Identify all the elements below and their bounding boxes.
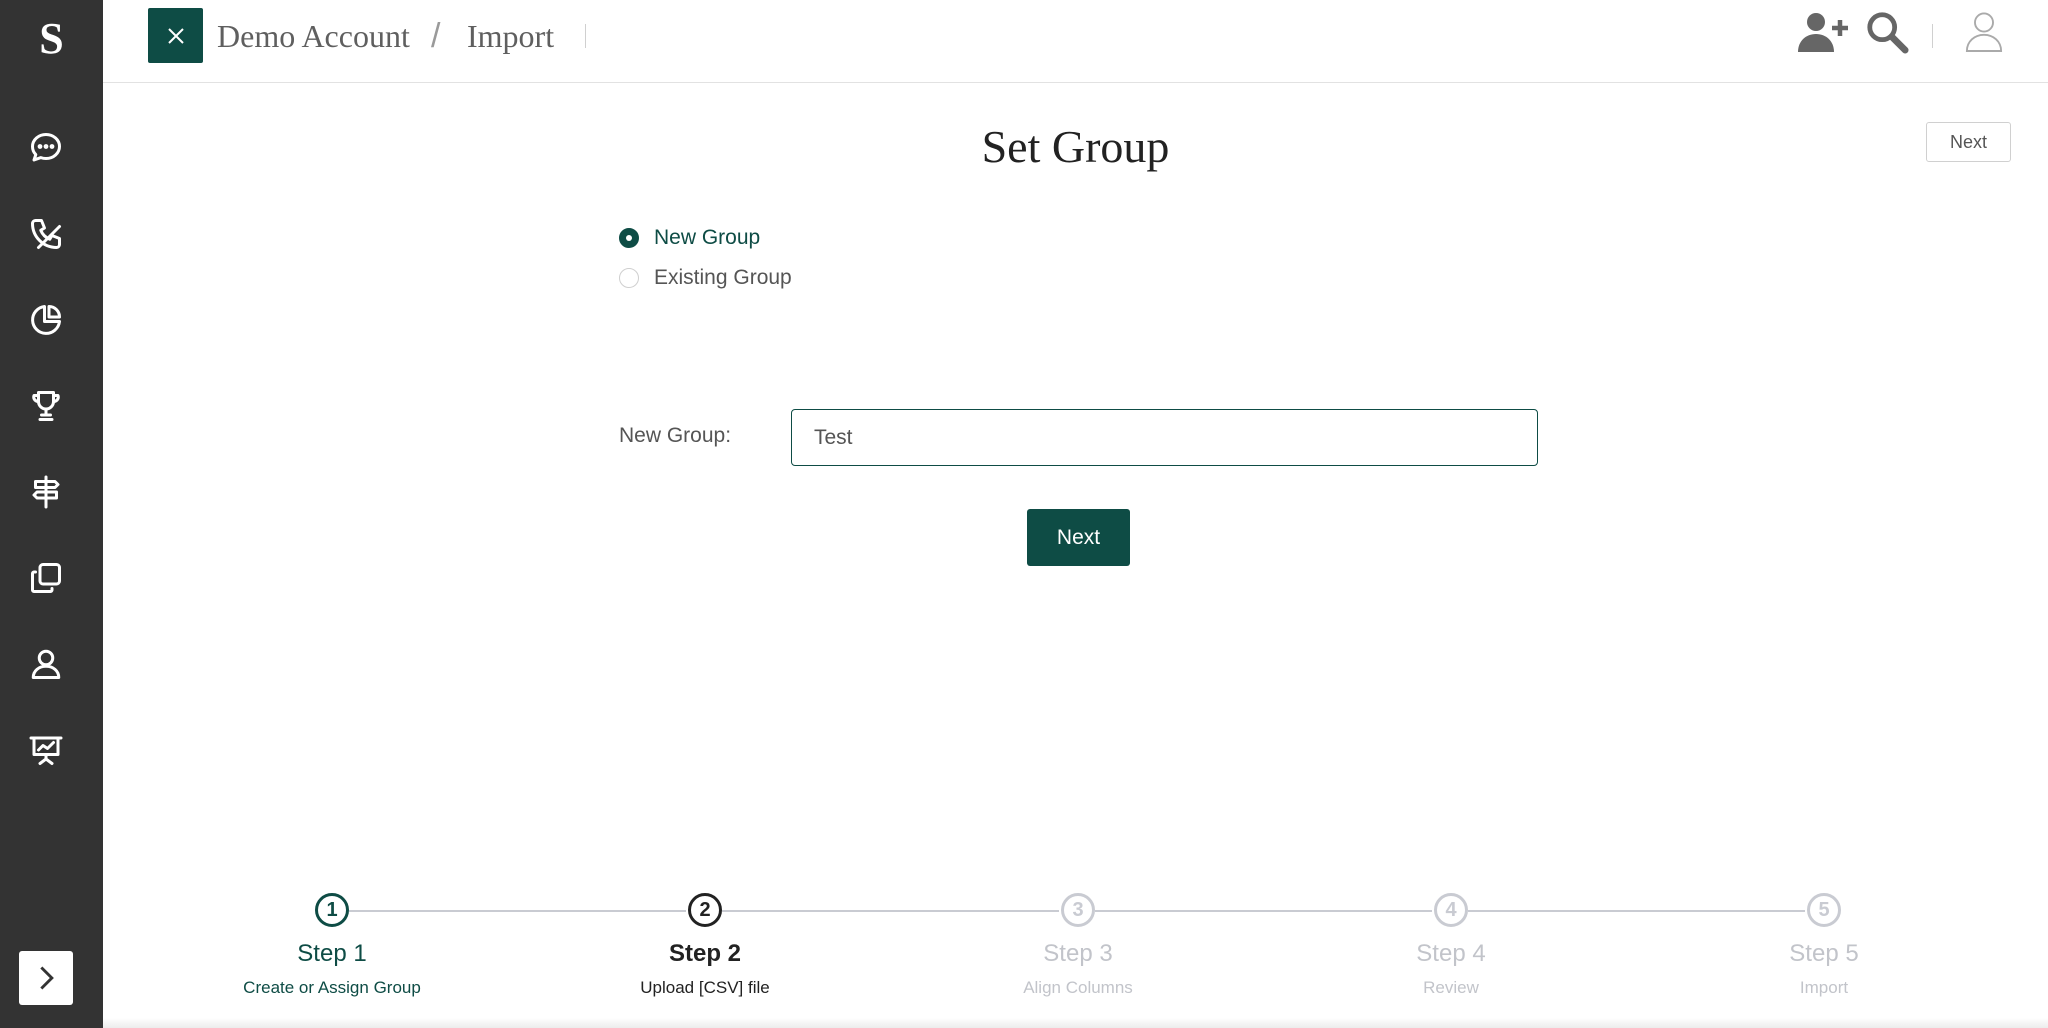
step-2-subtitle: Upload [CSV] file — [640, 978, 770, 997]
step-4-title: Step 4 — [1416, 940, 1486, 967]
step-connector — [1095, 910, 1432, 912]
step-1-circle: 1 — [315, 893, 349, 927]
trophy-icon[interactable] — [26, 386, 66, 426]
new-group-input[interactable] — [791, 409, 1538, 466]
step-4-subtitle: Review — [1423, 978, 1479, 997]
breadcrumb-account[interactable]: Demo Account — [217, 16, 410, 56]
phone-icon[interactable] — [26, 214, 66, 254]
breadcrumb-page: Import — [467, 18, 555, 54]
person-icon[interactable] — [26, 644, 66, 684]
step-connector — [722, 910, 1059, 912]
header: Demo Account / Import — [103, 0, 2048, 83]
next-button[interactable]: Next — [1027, 509, 1130, 566]
add-user-icon[interactable] — [1796, 9, 1850, 55]
radio-new-group-label: New Group — [654, 226, 761, 249]
step-5-circle: 5 — [1807, 893, 1841, 927]
radio-existing-group-control[interactable] — [619, 268, 639, 288]
step-1-title: Step 1 — [297, 940, 367, 967]
breadcrumb-separator: / — [431, 17, 441, 55]
radio-existing-group[interactable]: Existing Group — [619, 266, 792, 290]
step-1-subtitle: Create or Assign Group — [243, 978, 421, 997]
signpost-icon[interactable] — [26, 472, 66, 512]
copy-icon[interactable] — [26, 558, 66, 598]
step-3-title: Step 3 — [1043, 940, 1113, 967]
top-next-button[interactable]: Next — [1926, 122, 2011, 162]
header-divider — [1932, 24, 1933, 48]
presentation-chart-icon[interactable] — [26, 730, 66, 770]
user-avatar-icon[interactable] — [1962, 9, 2006, 55]
radio-new-group-control[interactable] — [619, 228, 639, 248]
bottom-shadow — [103, 1018, 2048, 1028]
step-2-title: Step 2 — [668, 940, 742, 967]
sidebar: S — [0, 0, 103, 1028]
chat-bubble-icon[interactable] — [26, 128, 66, 168]
step-connector — [1468, 910, 1805, 912]
step-connector — [349, 910, 686, 912]
search-icon[interactable] — [1864, 9, 1910, 55]
close-icon — [167, 27, 184, 44]
page-title: Set Group — [981, 121, 1170, 172]
header-divider — [585, 24, 586, 48]
new-group-label: New Group: — [619, 424, 732, 447]
step-5-title: Step 5 — [1789, 940, 1859, 967]
radio-new-group[interactable]: New Group — [619, 226, 760, 250]
chevron-right-icon — [40, 966, 54, 990]
close-button[interactable] — [148, 8, 203, 63]
step-5-subtitle: Import — [1799, 978, 1849, 997]
expand-sidebar-button[interactable] — [19, 951, 73, 1005]
step-4-circle: 4 — [1434, 893, 1468, 927]
step-2-circle: 2 — [688, 893, 722, 927]
radio-existing-group-label: Existing Group — [654, 266, 792, 289]
logo[interactable]: S — [0, 10, 103, 66]
step-3-subtitle: Align Columns — [1023, 978, 1133, 997]
step-3-circle: 3 — [1061, 893, 1095, 927]
pie-chart-icon[interactable] — [26, 300, 66, 340]
